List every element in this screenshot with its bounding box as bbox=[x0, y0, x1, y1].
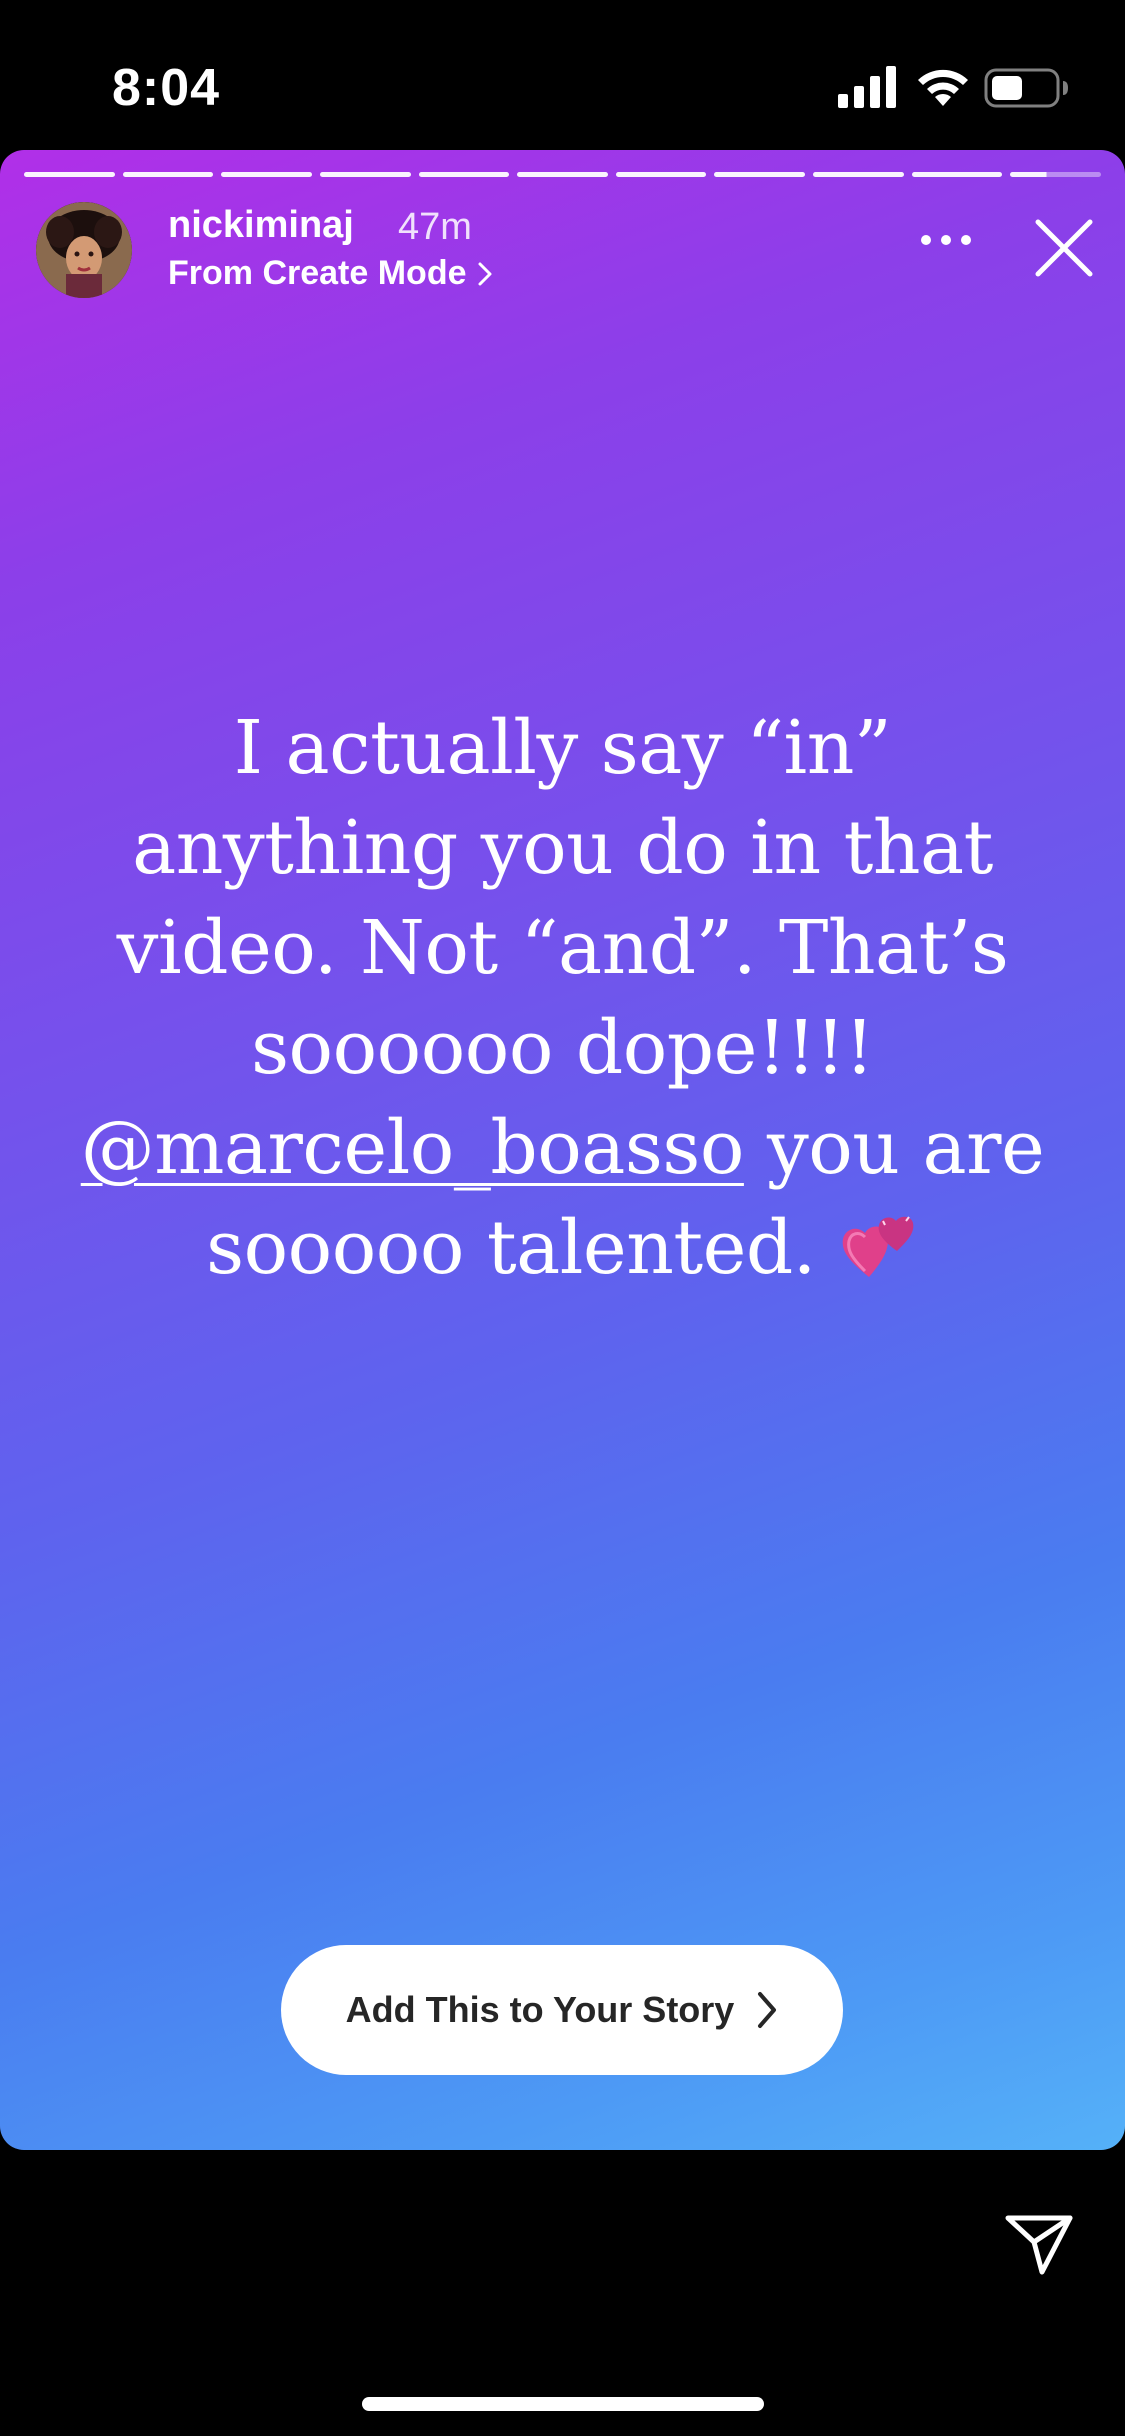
progress-segment bbox=[319, 172, 411, 177]
add-to-story-label: Add This to Your Story bbox=[345, 1989, 735, 2030]
chevron-right-icon bbox=[477, 261, 493, 287]
wifi-icon bbox=[918, 69, 968, 106]
status-time: 8:04 bbox=[112, 59, 221, 117]
story-text-line: video. Not “and”. That’s bbox=[116, 905, 1009, 991]
create-mode-label: From Create Mode bbox=[168, 254, 467, 292]
story-username[interactable]: nickiminaj bbox=[168, 204, 354, 247]
progress-segment bbox=[517, 172, 608, 177]
story-text-fragment: sooooo talented. bbox=[206, 1205, 816, 1291]
add-to-story-button[interactable]: Add This to Your Story bbox=[281, 1945, 843, 2075]
close-icon[interactable] bbox=[1032, 216, 1096, 280]
status-bar: 8:04 bbox=[0, 0, 1125, 150]
progress-segment bbox=[418, 172, 510, 177]
story-progress-bar bbox=[24, 172, 1102, 177]
story-card[interactable]: nickiminaj 47m From Create Mode I actual… bbox=[0, 150, 1125, 2150]
story-text: I actually say “in” anything you do in t… bbox=[60, 698, 1065, 1298]
progress-segment bbox=[714, 172, 806, 177]
battery-icon bbox=[984, 68, 1068, 108]
progress-segment bbox=[122, 172, 214, 177]
create-mode-link[interactable]: From Create Mode bbox=[168, 254, 493, 293]
progress-segment bbox=[24, 172, 115, 177]
chevron-right-icon bbox=[756, 1990, 778, 2030]
progress-segment bbox=[911, 172, 1003, 177]
cellular-signal-icon bbox=[838, 66, 896, 108]
story-text-line: anything you do in that bbox=[132, 805, 993, 891]
progress-segment bbox=[813, 172, 904, 177]
avatar[interactable] bbox=[36, 202, 132, 298]
story-text-line: I actually say “in” bbox=[233, 705, 892, 791]
story-text-line: soooooo dope!!!! bbox=[251, 1005, 874, 1091]
home-indicator[interactable] bbox=[362, 2397, 764, 2411]
story-text-fragment: you are bbox=[766, 1105, 1045, 1191]
two-hearts-icon bbox=[842, 1216, 914, 1277]
avatar-image bbox=[36, 202, 132, 298]
story-text-line: sooooo talented. bbox=[60, 1198, 1065, 1298]
progress-segment-current bbox=[1010, 172, 1102, 177]
progress-segment bbox=[615, 172, 707, 177]
mention-link[interactable]: @marcelo_boasso bbox=[81, 1105, 745, 1191]
send-icon[interactable] bbox=[1004, 2214, 1074, 2276]
more-options-icon[interactable] bbox=[918, 230, 974, 250]
story-text-line: @marcelo_boasso you are bbox=[60, 1098, 1065, 1198]
story-time-ago: 47m bbox=[398, 206, 472, 248]
progress-segment bbox=[221, 172, 312, 177]
